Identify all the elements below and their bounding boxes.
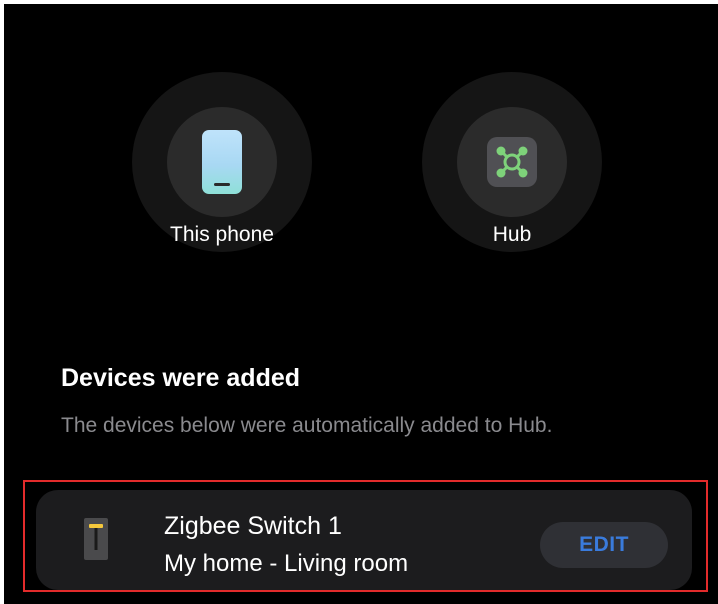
highlight-box [23,480,708,592]
phone-circle [167,107,277,217]
this-phone-device[interactable]: This phone [132,72,312,252]
section-description: The devices below were automatically add… [61,414,553,437]
hub-device[interactable]: Hub [422,72,602,252]
phone-icon [202,130,242,194]
this-phone-label: This phone [170,223,274,246]
hub-circle [457,107,567,217]
screen: This phone Hub Devices were added The de… [4,4,718,604]
hub-icon [487,137,537,187]
section-title: Devices were added [61,364,301,392]
hub-label: Hub [492,223,532,246]
